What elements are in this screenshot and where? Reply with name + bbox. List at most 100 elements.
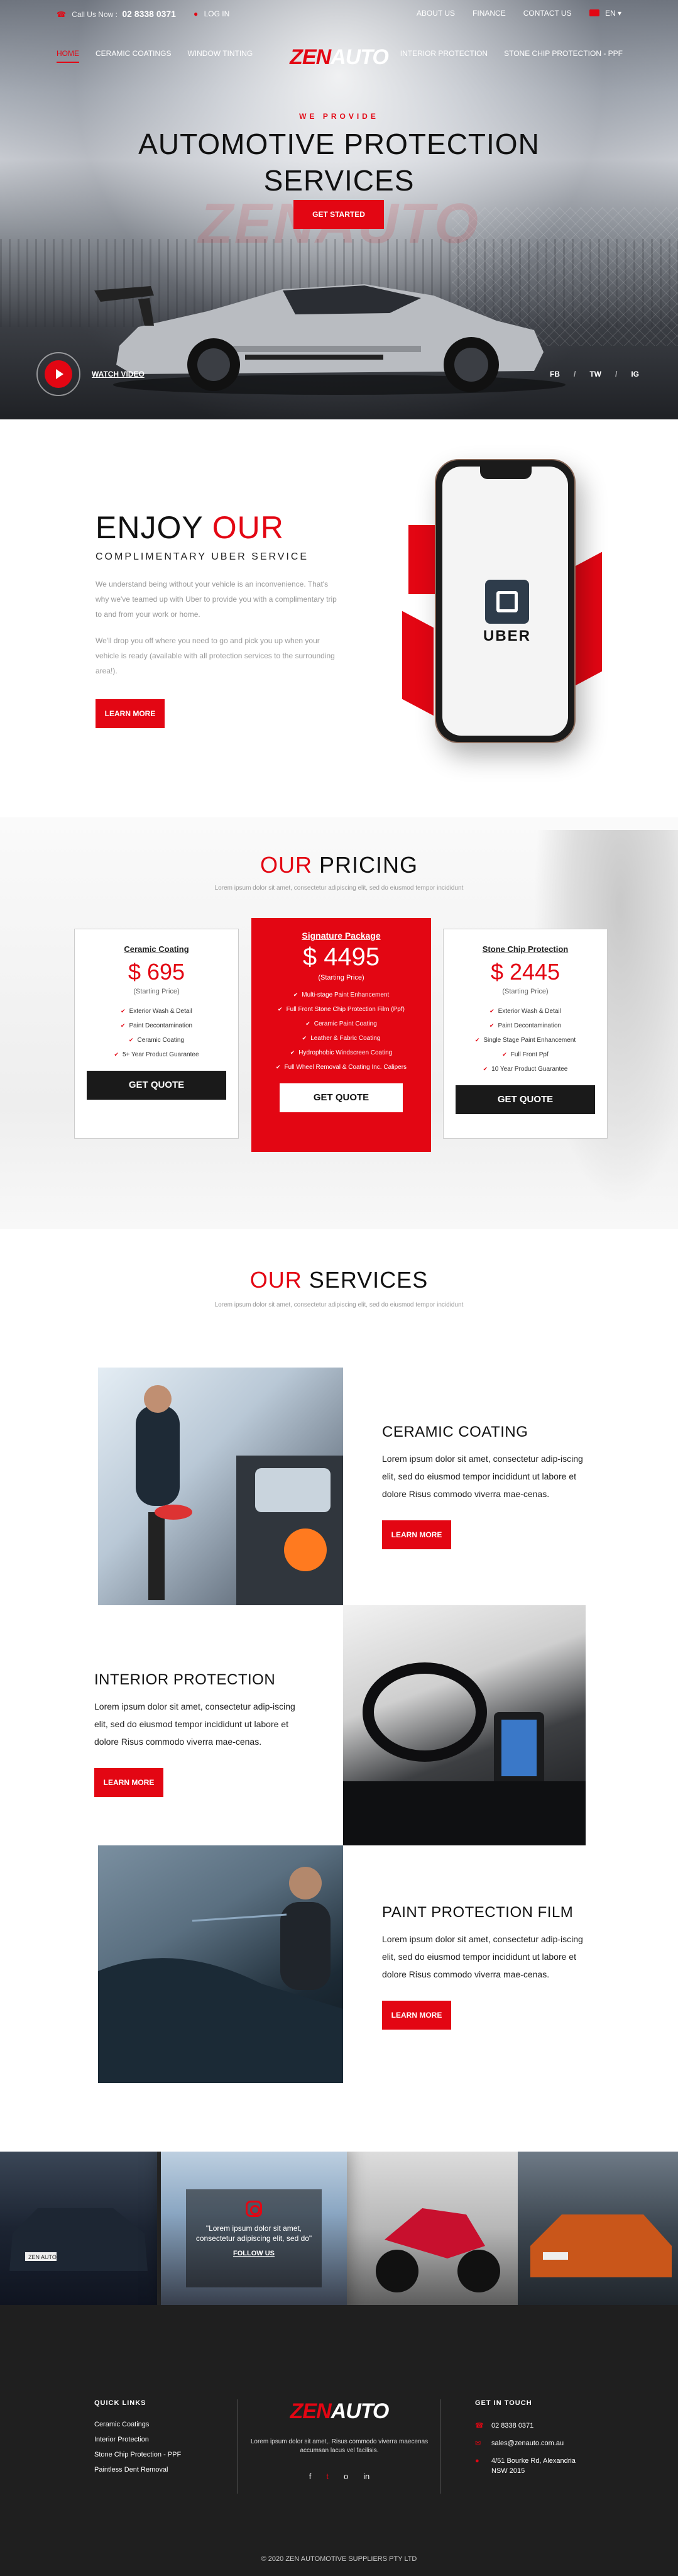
uber-subtitle: COMPLIMENTARY UBER SERVICE xyxy=(96,551,309,562)
footer-link[interactable]: Stone Chip Protection - PPF xyxy=(94,2451,181,2458)
services-title-b: SERVICES xyxy=(309,1267,429,1293)
footer-link[interactable]: Paintless Dent Removal xyxy=(94,2466,181,2474)
footer-link[interactable]: Ceramic Coatings xyxy=(94,2421,181,2428)
watch-video-control[interactable]: WATCH VIDEO xyxy=(36,352,145,396)
hero-social-links: FB / TW / IG xyxy=(550,370,639,379)
get-started-button[interactable]: GET STARTED xyxy=(293,200,384,229)
phone-icon: ☎ xyxy=(475,2422,484,2430)
logo-auto: AUTO xyxy=(331,45,389,69)
contact-phone[interactable]: ☎ 02 8338 0371 xyxy=(475,2421,586,2431)
flag-icon xyxy=(589,9,599,16)
pricing-card-ceramic: Ceramic Coating $ 695 (Starting Price) E… xyxy=(74,929,239,1139)
learn-more-button[interactable]: LEARN MORE xyxy=(94,1768,163,1797)
phone-number[interactable]: 02 8338 0371 xyxy=(122,9,176,19)
plan-features: Exterior Wash & Detail Paint Decontamina… xyxy=(75,1004,238,1062)
service-title: CERAMIC COATING xyxy=(382,1423,528,1440)
plan-starting-label: (Starting Price) xyxy=(318,974,364,981)
site-logo[interactable]: ZENAUTO xyxy=(0,45,678,70)
instagram-icon[interactable]: o xyxy=(344,2472,348,2481)
service-body: Lorem ipsum dolor sit amet, consectetur … xyxy=(382,1934,583,1979)
footer-description: Lorem ipsum dolor sit amet,. Risus commo… xyxy=(250,2438,429,2454)
decor-shape xyxy=(408,525,435,594)
footer-contact: GET IN TOUCH ☎ 02 8338 0371 ✉ sales@zena… xyxy=(475,2399,586,2476)
footer-link[interactable]: Interior Protection xyxy=(94,2436,181,2443)
twitter-link[interactable]: TW xyxy=(589,370,601,379)
uber-section: ENJOY OUR COMPLIMENTARY UBER SERVICE We … xyxy=(0,419,678,817)
instagram-gallery: ZEN AUTO "Lorem ipsum dolor sit amet, co… xyxy=(0,2152,678,2305)
location-pin-icon: ● xyxy=(475,2457,479,2465)
get-quote-button[interactable]: GET QUOTE xyxy=(280,1083,403,1112)
contact-email-text: sales@zenauto.com.au xyxy=(491,2440,564,2447)
service-body: Lorem ipsum dolor sit amet, consectetur … xyxy=(382,1454,583,1499)
twitter-icon[interactable]: t xyxy=(326,2472,329,2481)
pricing-title-a: OUR xyxy=(260,852,319,878)
user-icon: ● xyxy=(193,9,199,18)
plan-feature: Full Front Ppf xyxy=(444,1048,607,1062)
hero-eyebrow: WE PROVIDE xyxy=(299,112,379,121)
language-selector[interactable]: EN ▾ xyxy=(589,9,621,18)
phone-icon: ☎ xyxy=(57,10,66,19)
copyright-text: © 2020 ZEN AUTOMOTIVE SUPPLIERS PTY LTD xyxy=(261,2555,417,2563)
get-in-touch-title: GET IN TOUCH xyxy=(475,2399,532,2407)
plan-name: Signature Package xyxy=(302,931,381,941)
uber-title-b: OUR xyxy=(212,510,284,545)
pricing-card-stone-chip: Stone Chip Protection $ 2445 (Starting P… xyxy=(443,929,608,1139)
plan-feature: Leather & Fabric Coating xyxy=(251,1031,431,1046)
plan-feature: 10 Year Product Guarantee xyxy=(444,1062,607,1076)
contact-email[interactable]: ✉ sales@zenauto.com.au xyxy=(475,2438,586,2448)
learn-more-button[interactable]: LEARN MORE xyxy=(382,1520,451,1549)
service-ceramic-coating: CERAMIC COATING Lorem ipsum dolor sit am… xyxy=(382,1423,589,1549)
uber-app-label: UBER xyxy=(483,627,531,644)
topbar: ☎ Call Us Now : 02 8338 0371 ● LOG IN AB… xyxy=(0,0,678,28)
follow-us-link[interactable]: FOLLOW US xyxy=(186,2250,322,2257)
uber-app-icon: UBER xyxy=(473,580,542,645)
footer-brand: ZENAUTO Lorem ipsum dolor sit amet,. Ris… xyxy=(239,2399,440,2481)
linkedin-icon[interactable]: in xyxy=(363,2472,369,2481)
phone-screen: UBER xyxy=(442,467,568,736)
instagram-card[interactable]: "Lorem ipsum dolor sit amet, consectetur… xyxy=(161,2152,347,2305)
learn-more-button[interactable]: LEARN MORE xyxy=(382,2001,451,2030)
decor-shape xyxy=(402,611,434,716)
language-label: EN xyxy=(604,9,616,18)
uber-learn-more-button[interactable]: LEARN MORE xyxy=(96,699,165,728)
pricing-title-b: PRICING xyxy=(319,852,418,878)
contact-link[interactable]: CONTACT US xyxy=(523,9,572,18)
about-link[interactable]: ABOUT US xyxy=(417,9,455,18)
login-link[interactable]: ● LOG IN xyxy=(194,9,229,18)
hero-title-line1: AUTOMOTIVE PROTECTION xyxy=(138,128,540,160)
gallery-photo-coupe[interactable] xyxy=(518,2152,678,2305)
plan-feature: Multi-stage Paint Enhancement xyxy=(251,988,431,1002)
separator: / xyxy=(573,370,576,379)
ceramic-coating-image xyxy=(98,1368,343,1605)
gallery-photo-suv[interactable]: ZEN AUTO xyxy=(0,2152,157,2305)
logo-zen: ZEN xyxy=(290,45,331,69)
plan-price: $ 2445 xyxy=(490,959,560,985)
phone-notch xyxy=(480,467,532,479)
call-item[interactable]: ☎ Call Us Now : 02 8338 0371 xyxy=(57,9,176,19)
pricing-subtitle: Lorem ipsum dolor sit amet, consectetur … xyxy=(214,885,464,892)
paint-protection-film-image xyxy=(98,1845,343,2083)
plan-features: Exterior Wash & Detail Paint Decontamina… xyxy=(444,1004,607,1076)
plan-feature: 5+ Year Product Guarantee xyxy=(75,1048,238,1062)
pricing-section: OUR PRICING Lorem ipsum dolor sit amet, … xyxy=(0,817,678,1229)
plan-feature: Hydrophobic Windscreen Coating xyxy=(251,1046,431,1060)
finance-link[interactable]: FINANCE xyxy=(473,9,506,18)
footer-logo[interactable]: ZENAUTO xyxy=(239,2399,440,2424)
gallery-photo-motorbike[interactable] xyxy=(347,2152,518,2305)
plan-starting-label: (Starting Price) xyxy=(502,988,549,995)
instagram-link[interactable]: IG xyxy=(631,370,639,379)
plan-feature: Paint Decontamination xyxy=(75,1019,238,1033)
plan-starting-label: (Starting Price) xyxy=(133,988,180,995)
uber-paragraph-1: We understand being without your vehicle… xyxy=(96,580,337,619)
get-quote-button[interactable]: GET QUOTE xyxy=(87,1071,226,1100)
facebook-link[interactable]: FB xyxy=(550,370,560,379)
footer-social: f t o in xyxy=(239,2472,440,2481)
call-label: Call Us Now : xyxy=(72,10,118,19)
instagram-overlay: "Lorem ipsum dolor sit amet, consectetur… xyxy=(186,2189,322,2287)
service-interior-protection: INTERIOR PROTECTION Lorem ipsum dolor si… xyxy=(94,1671,302,1797)
pricing-title: OUR PRICING xyxy=(0,852,678,878)
facebook-icon[interactable]: f xyxy=(309,2472,312,2481)
plan-feature: Exterior Wash & Detail xyxy=(75,1004,238,1019)
quick-links-title: QUICK LINKS xyxy=(94,2399,146,2407)
get-quote-button[interactable]: GET QUOTE xyxy=(456,1085,595,1114)
